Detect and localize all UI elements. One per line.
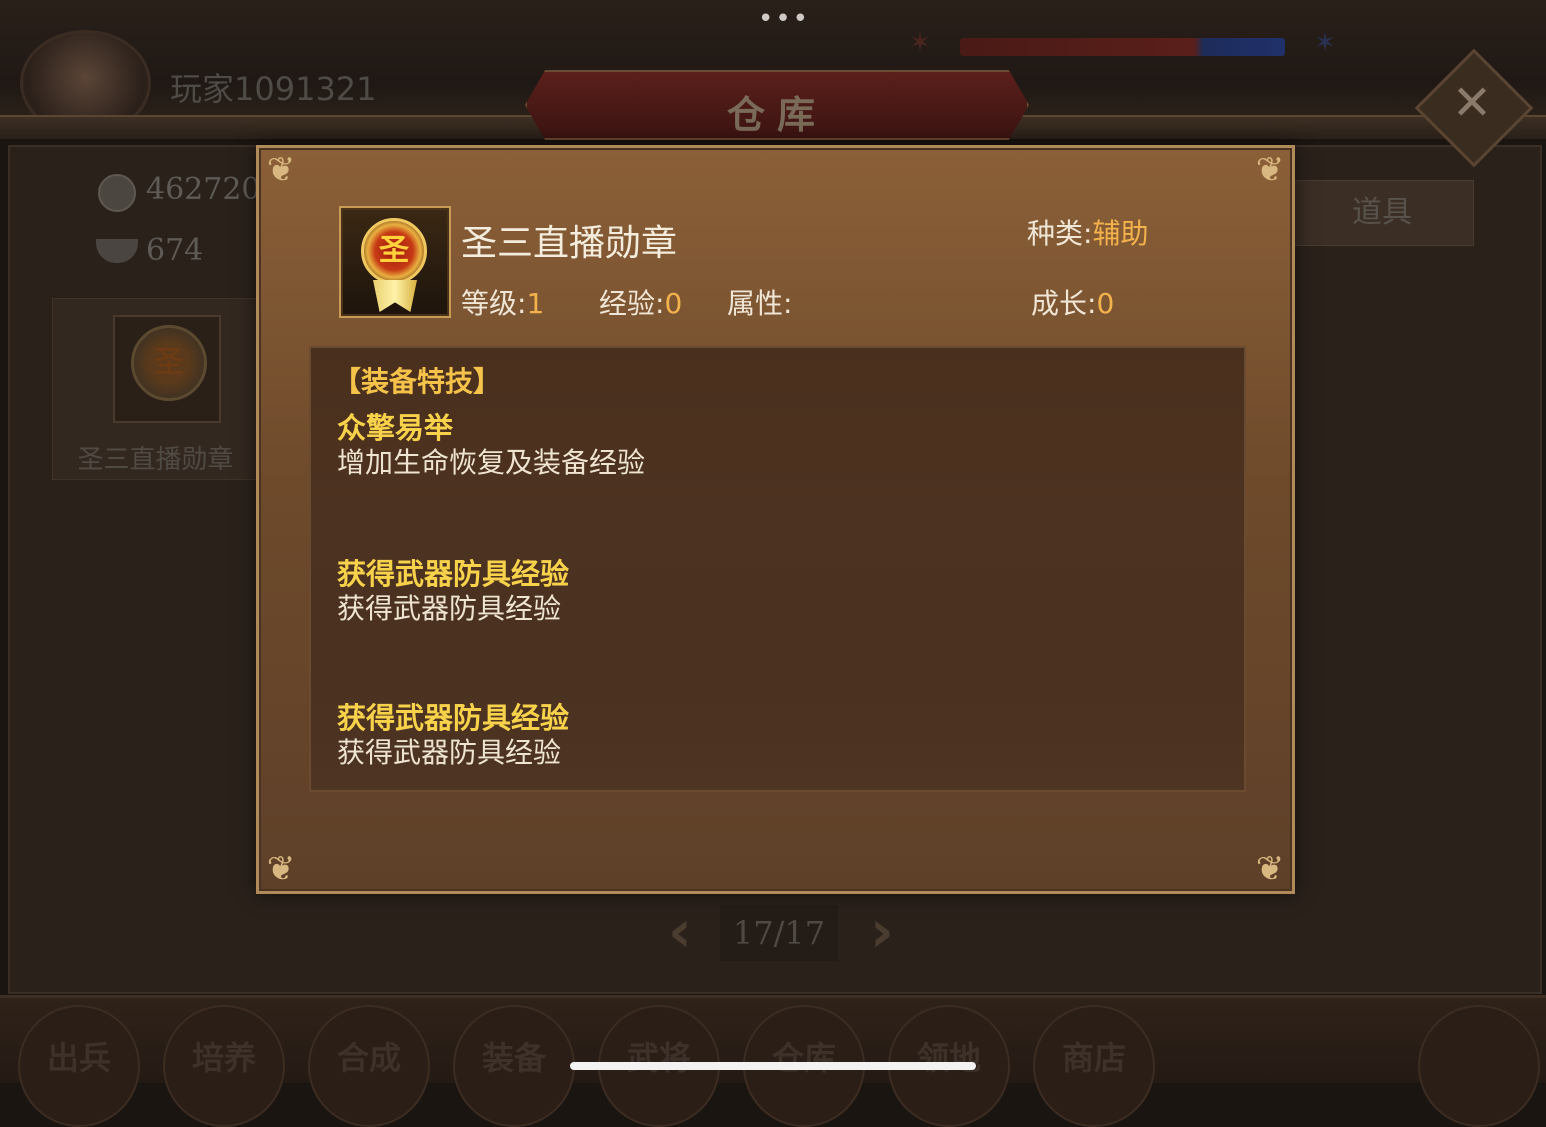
nav-label: 装备 <box>481 1039 546 1077</box>
inventory-item-name: 圣三直播勋章 <box>77 445 234 475</box>
type-value: 辅助 <box>1092 217 1149 250</box>
corner-ornament-icon: ❦ <box>1255 150 1285 190</box>
item-name: 圣三直播勋章 <box>461 223 678 264</box>
skill-desc: 获得武器防具经验 <box>337 736 562 769</box>
medal-icon: 圣 <box>339 206 451 318</box>
nav-label: 领地 <box>916 1039 981 1077</box>
growth-stat: 成长:0 <box>1031 282 1114 322</box>
inventory-slot[interactable]: 圣 圣三直播勋章 <box>52 298 259 480</box>
nav-button-0[interactable]: 出兵 <box>18 1005 140 1127</box>
menu-dots-icon[interactable]: ••• <box>758 4 810 34</box>
medal-disc: 圣 <box>361 218 427 284</box>
status-bar <box>960 38 1285 56</box>
level-stat: 等级:1 <box>461 282 544 322</box>
skill-entry: 获得武器防具经验 获得武器防具经验 <box>337 700 569 770</box>
item-type: 种类:辅助 <box>1027 212 1148 252</box>
skills-heading: 【装备特技】 <box>333 365 502 398</box>
attr-stat: 属性: <box>727 282 792 322</box>
level-label: 等级: <box>461 287 527 320</box>
tab-props[interactable]: 道具 <box>1290 180 1474 246</box>
nav-button-2[interactable]: 合成 <box>308 1005 430 1127</box>
level-value: 1 <box>526 287 545 320</box>
skill-entry: 众擎易举 增加生命恢复及装备经验 <box>337 410 645 480</box>
type-label: 种类: <box>1027 217 1093 250</box>
skill-title: 获得武器防具经验 <box>337 701 570 735</box>
attr-label: 属性: <box>727 287 793 320</box>
nav-button-7[interactable]: 商店 <box>1033 1005 1155 1127</box>
corner-ornament-icon: ❦ <box>266 849 296 889</box>
window-title: 仓库 <box>726 92 827 137</box>
title-plate: 仓库 <box>525 70 1029 140</box>
page-indicator: 17/17 <box>720 905 838 961</box>
exp-value: 0 <box>664 287 683 320</box>
nav-label: 商店 <box>1061 1039 1126 1077</box>
growth-value: 0 <box>1096 287 1115 320</box>
nav-label: 仓库 <box>771 1039 836 1077</box>
exp-stat: 经验:0 <box>599 282 682 322</box>
corner-ornament-icon: ❦ <box>266 150 296 190</box>
close-icon[interactable]: ✕ <box>1448 74 1496 132</box>
skill-title: 获得武器防具经验 <box>337 557 570 591</box>
skills-panel: 【装备特技】 众擎易举 增加生命恢复及装备经验 获得武器防具经验 获得武器防具经… <box>309 346 1246 792</box>
skill-desc: 获得武器防具经验 <box>337 592 562 625</box>
pause-button[interactable] <box>1418 1005 1540 1127</box>
skill-entry: 获得武器防具经验 获得武器防具经验 <box>337 556 569 626</box>
growth-label: 成长: <box>1031 287 1097 320</box>
medal-ribbon <box>373 280 417 312</box>
nav-label: 出兵 <box>46 1039 111 1077</box>
nav-button-3[interactable]: 装备 <box>453 1005 575 1127</box>
skill-desc: 增加生命恢复及装备经验 <box>337 446 646 479</box>
prev-arrow-icon[interactable]: ‹ <box>650 900 710 962</box>
ingot-value: 674 <box>146 233 204 268</box>
player-name: 玩家1091321 <box>170 70 377 108</box>
item-tooltip: ❦ ❦ ❦ ❦ 圣 圣三直播勋章 种类:辅助 等级:1 经验:0 属性: 成长:… <box>256 145 1295 894</box>
home-indicator[interactable] <box>570 1062 976 1070</box>
bar-left-cap-icon: ✶ <box>909 28 931 58</box>
nav-label: 合成 <box>336 1039 401 1077</box>
slot-medal-icon: 圣 <box>113 315 221 423</box>
next-arrow-icon[interactable]: › <box>852 900 912 962</box>
nav-button-1[interactable]: 培养 <box>163 1005 285 1127</box>
nav-label: 培养 <box>191 1039 256 1077</box>
corner-ornament-icon: ❦ <box>1255 849 1285 889</box>
skill-title: 众擎易举 <box>337 411 454 445</box>
bar-right-cap-icon: ✶ <box>1314 28 1336 58</box>
medal-glyph: 圣 <box>379 233 409 268</box>
exp-label: 经验: <box>599 287 665 320</box>
coin-icon <box>98 174 136 212</box>
nav-label: 武将 <box>626 1039 691 1077</box>
